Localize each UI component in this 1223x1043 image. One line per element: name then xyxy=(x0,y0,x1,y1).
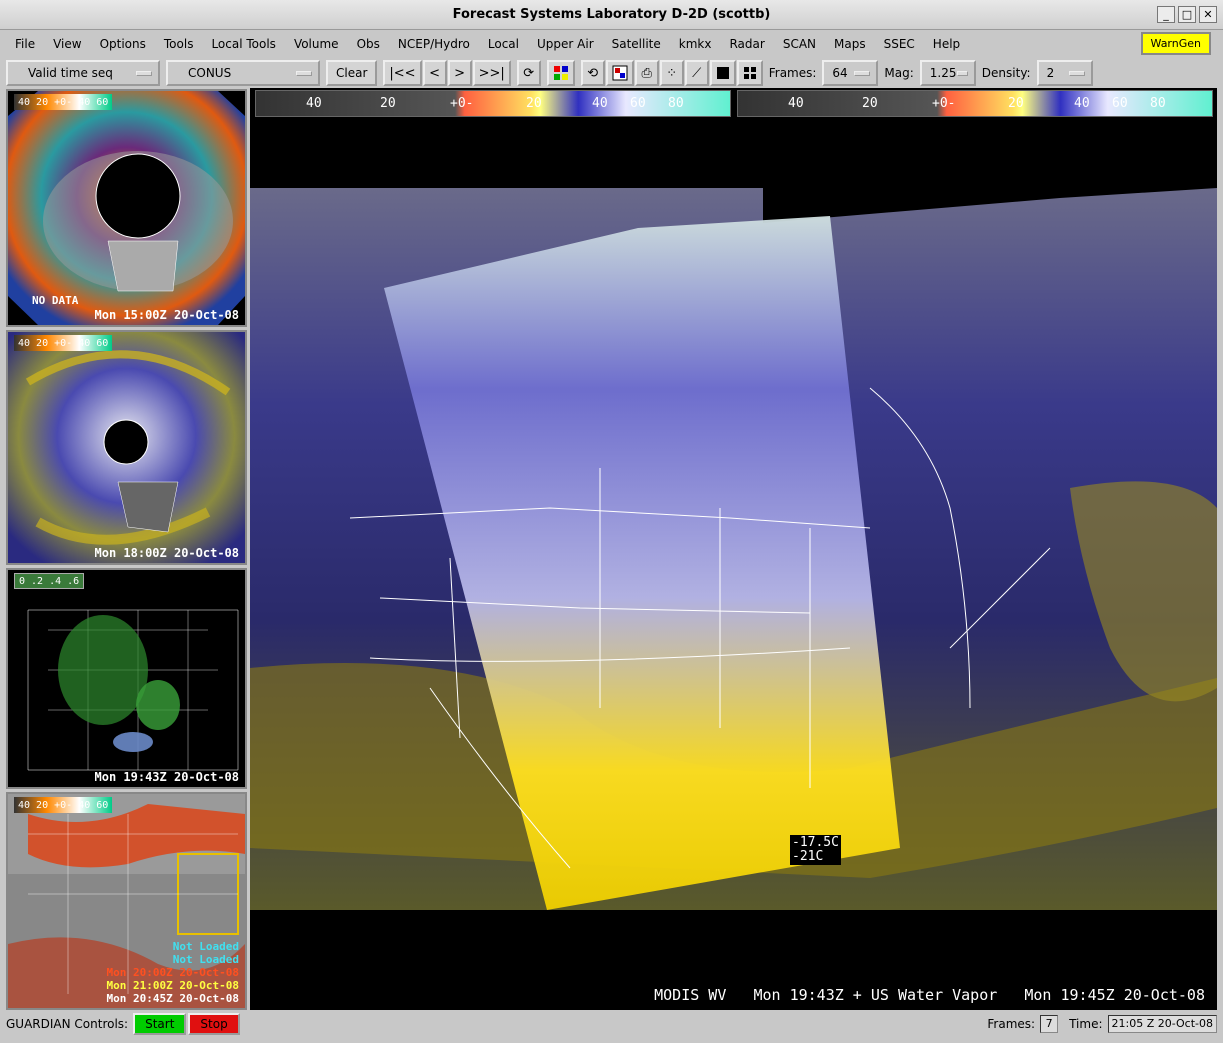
main-product-label: MODIS WV Mon 19:43Z + US Water Vapor Mon… xyxy=(654,986,1205,1004)
conus-precip-image xyxy=(8,570,245,787)
readout-value-2: -21C xyxy=(792,849,824,864)
colormap-icon[interactable] xyxy=(605,60,634,86)
close-icon[interactable]: ✕ xyxy=(1199,6,1217,23)
side-pane-4-colorbar: 40 20 +0- 40 60 xyxy=(14,797,113,813)
main-display[interactable]: 40 20 +0- 20 40 60 80 40 20 +0- 20 40 60… xyxy=(250,88,1217,1010)
scale-select[interactable]: CONUS xyxy=(166,60,320,86)
clear-button[interactable]: Clear xyxy=(326,60,378,86)
side-pane-2-time: Mon 18:00Z 20-Oct-08 xyxy=(94,546,240,560)
side-pane-3-colorbar: 0 .2 .4 .6 xyxy=(14,573,85,589)
side-pane-4-time-3: Mon 20:45Z 20-Oct-08 xyxy=(106,992,239,1005)
side-pane-4-legend-list: Not Loaded Not Loaded Mon 20:00Z 20-Oct-… xyxy=(107,940,239,1005)
menu-satellite[interactable]: Satellite xyxy=(603,37,670,51)
dropdown-icon xyxy=(956,70,968,76)
menu-upper-air[interactable]: Upper Air xyxy=(528,37,603,51)
density-label: Density: xyxy=(981,66,1031,80)
menu-kmkx[interactable]: kmkx xyxy=(670,37,721,51)
baseline-icon[interactable]: ⟋ xyxy=(684,60,709,86)
minimize-icon[interactable]: _ xyxy=(1157,6,1175,23)
print-icon[interactable]: ⎙ xyxy=(634,60,659,86)
side-pane-4[interactable]: 40 20 +0- 40 60 Not Loaded Not Loaded Mo… xyxy=(6,792,247,1010)
density-value: 2 xyxy=(1046,66,1055,80)
water-vapor-image xyxy=(250,188,1217,910)
not-loaded-label-2: Not Loaded xyxy=(172,953,239,966)
status-time-value: 21:05 Z 20-Oct-08 xyxy=(1107,1015,1217,1033)
window-titlebar: Forecast Systems Laboratory D-2D (scottb… xyxy=(0,0,1223,30)
menu-scan[interactable]: SCAN xyxy=(774,37,825,51)
guardian-stop-button[interactable]: Stop xyxy=(188,1013,240,1035)
status-time-label: Time: xyxy=(1069,1017,1103,1031)
status-frames-value: 7 xyxy=(1040,1015,1059,1033)
side-pane-1-colorbar: 40 20 +0- 40 60 xyxy=(14,94,113,110)
guardian-controls-label: GUARDIAN Controls: xyxy=(6,1017,129,1031)
menu-volume[interactable]: Volume xyxy=(285,37,348,51)
step-forward-icon[interactable]: > xyxy=(447,60,472,86)
mag-select[interactable]: 1.25 xyxy=(919,60,976,86)
window-title: Forecast Systems Laboratory D-2D (scottb… xyxy=(452,7,771,22)
frames-select[interactable]: 64 xyxy=(822,60,879,86)
image-properties-icon[interactable] xyxy=(546,60,575,86)
menu-tools[interactable]: Tools xyxy=(155,37,203,51)
not-loaded-label-1: Not Loaded xyxy=(172,940,239,953)
maximize-icon[interactable]: □ xyxy=(1178,6,1196,23)
side-pane-2-colorbar: 40 20 +0- 40 60 xyxy=(14,335,113,351)
dropdown-icon xyxy=(296,70,312,76)
side-pane-4-time-2: Mon 21:00Z 20-Oct-08 xyxy=(106,979,239,992)
status-frames-label: Frames: xyxy=(987,1017,1036,1031)
frames-value: 64 xyxy=(832,66,848,80)
status-bar: GUARDIAN Controls: Start Stop Frames: 7 … xyxy=(6,1012,1217,1036)
single-pane-icon[interactable] xyxy=(709,60,736,86)
mag-label: Mag: xyxy=(884,66,914,80)
polar-wv-image xyxy=(8,332,245,563)
menu-local-tools[interactable]: Local Tools xyxy=(202,37,284,51)
density-select[interactable]: 2 xyxy=(1036,60,1093,86)
frames-label: Frames: xyxy=(768,66,817,80)
menu-ssec[interactable]: SSEC xyxy=(875,37,924,51)
warngen-button[interactable]: WarnGen xyxy=(1140,32,1211,55)
polar-ir-image xyxy=(8,91,245,325)
menu-radar[interactable]: Radar xyxy=(720,37,773,51)
scale-value: CONUS xyxy=(188,66,232,80)
menu-file[interactable]: File xyxy=(6,37,44,51)
first-frame-icon[interactable]: |<< xyxy=(383,60,422,86)
side-pane-2[interactable]: 40 20 +0- 40 60 Mon 18:00Z 20-Oct-08 xyxy=(6,330,247,565)
no-data-label: NO DATA xyxy=(32,294,79,307)
refresh-icon[interactable]: ⟲ xyxy=(580,60,605,86)
menu-bar: File View Options Tools Local Tools Volu… xyxy=(6,31,1217,56)
side-pane-3[interactable]: 0 .2 .4 .6 Mon 19:43Z 20-Oct-08 xyxy=(6,568,247,789)
toolbar: Valid time seq CONUS Clear |<< < > >>| ⟳… xyxy=(6,58,1217,88)
points-icon[interactable]: ⁘ xyxy=(659,60,684,86)
time-mode-select[interactable]: Valid time seq xyxy=(6,60,160,86)
side-pane-4-time-1: Mon 20:00Z 20-Oct-08 xyxy=(106,966,239,979)
four-pane-icon[interactable] xyxy=(736,60,763,86)
last-frame-icon[interactable]: >>| xyxy=(472,60,511,86)
side-pane-1[interactable]: 40 20 +0- 40 60 NO DATA Mon 15:00Z 20-Oc… xyxy=(6,89,247,327)
sample-readout: -17.5C -21C xyxy=(790,835,841,865)
menu-view[interactable]: View xyxy=(44,37,90,51)
step-back-icon[interactable]: < xyxy=(422,60,447,86)
readout-value-1: -17.5C xyxy=(792,835,839,850)
time-mode-value: Valid time seq xyxy=(28,66,113,80)
loop-icon[interactable]: ⟳ xyxy=(516,60,541,86)
dropdown-icon xyxy=(136,70,152,76)
side-pane-3-time: Mon 19:43Z 20-Oct-08 xyxy=(94,770,240,784)
menu-local[interactable]: Local xyxy=(479,37,528,51)
mag-value: 1.25 xyxy=(929,66,957,80)
menu-obs[interactable]: Obs xyxy=(348,37,389,51)
dropdown-icon xyxy=(854,70,871,76)
side-pane-1-time: Mon 15:00Z 20-Oct-08 xyxy=(94,308,240,322)
menu-options[interactable]: Options xyxy=(91,37,155,51)
dropdown-icon xyxy=(1068,70,1085,76)
guardian-start-button[interactable]: Start xyxy=(133,1013,187,1035)
menu-maps[interactable]: Maps xyxy=(825,37,875,51)
menu-help[interactable]: Help xyxy=(924,37,969,51)
menu-ncep-hydro[interactable]: NCEP/Hydro xyxy=(389,37,479,51)
